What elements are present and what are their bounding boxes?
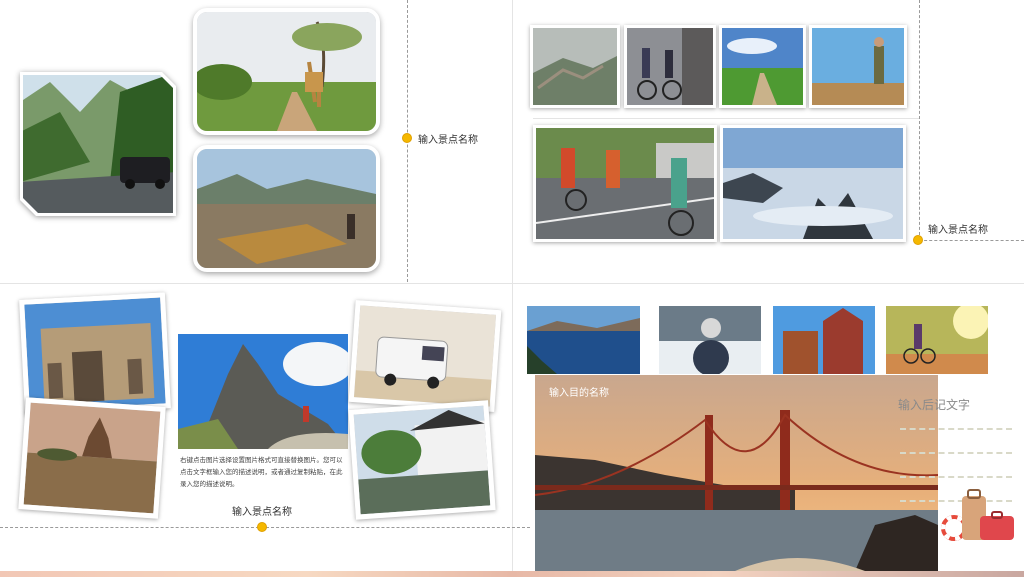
city-cyclists-photo[interactable] [624, 25, 716, 108]
destination-label: 输入目的名称 [549, 388, 609, 399]
road-cyclists-photo[interactable] [533, 125, 717, 242]
luggage-icon [940, 488, 1016, 544]
sunset-cyclist-photo[interactable] [886, 306, 988, 374]
giraffe-photo[interactable] [193, 8, 380, 135]
timeline-dot-top-right [913, 235, 923, 245]
timeline-top-right [919, 0, 920, 240]
water-town-photo[interactable] [348, 400, 496, 520]
description-text: 右键点击图片选择设置图片格式可直接替换图片。您可以点击文字框输入您的描述说明，或… [180, 457, 343, 488]
timeline-top-right-h [919, 240, 1024, 241]
red-buildings-photo[interactable] [773, 306, 875, 374]
river-dock-photo[interactable] [193, 145, 380, 272]
middle-divider [0, 283, 1024, 284]
top-right-inner-line [533, 118, 919, 119]
van-photo[interactable] [348, 300, 502, 412]
triumphal-arch-photo[interactable] [19, 292, 171, 416]
afterword-label: 输入后记文字 [898, 398, 971, 412]
great-wall-photo[interactable] [530, 25, 620, 108]
afterword-line-1 [900, 428, 1012, 430]
afterword-line-3 [900, 476, 1012, 478]
country-path-photo[interactable] [719, 25, 806, 108]
timeline-dot-top-left [402, 133, 412, 143]
caption-top-left: 输入景点名称 [418, 135, 478, 146]
golden-gate-photo[interactable] [535, 375, 938, 571]
winter-traveler-photo[interactable] [659, 306, 761, 374]
timeline-dot-bottom-left [257, 522, 267, 532]
crater-lake-photo[interactable] [527, 306, 640, 374]
hiker-photo[interactable] [809, 25, 907, 108]
mountain-road-photo[interactable] [20, 72, 176, 216]
desert-temple-photo[interactable] [18, 397, 166, 519]
caption-top-right: 输入景点名称 [928, 225, 988, 236]
caption-bottom-left: 输入景点名称 [232, 507, 292, 518]
rock-peak-photo[interactable] [178, 334, 348, 449]
bottom-decor-strip [0, 571, 1024, 577]
afterword-line-2 [900, 452, 1012, 454]
sea-of-clouds-photo[interactable] [720, 125, 906, 242]
center-divider [512, 0, 513, 571]
